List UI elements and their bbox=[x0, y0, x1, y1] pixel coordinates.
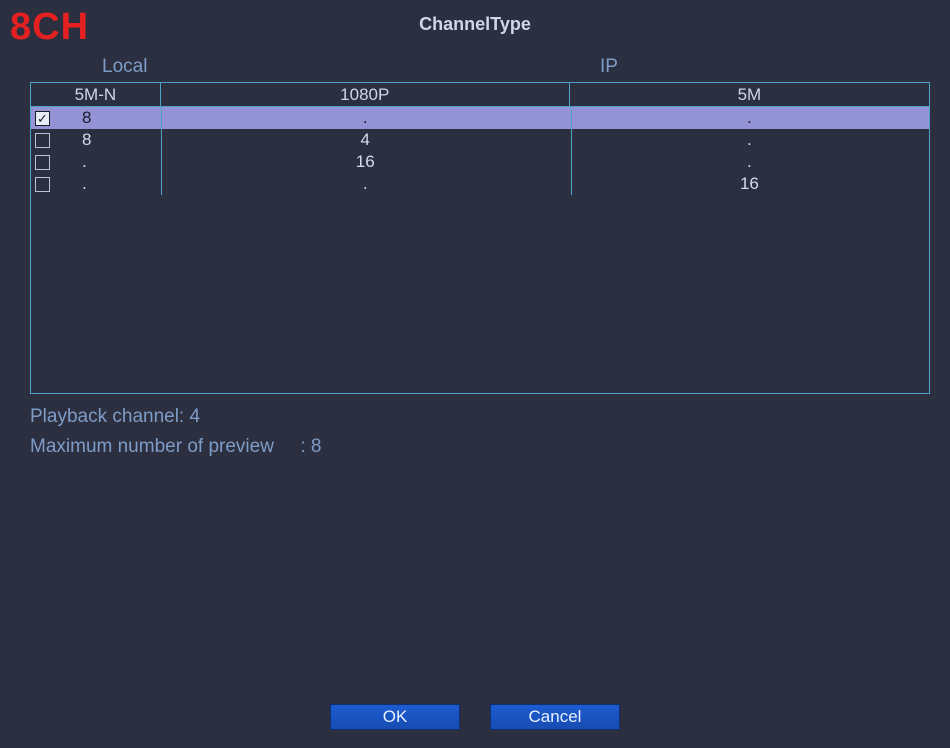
table-row[interactable]: ..16 bbox=[31, 173, 929, 195]
cell-5m-n: 8 bbox=[82, 130, 91, 150]
table-header-row: 5M-N 1080P 5M bbox=[31, 83, 929, 107]
cell-5m: . bbox=[570, 129, 929, 151]
max-preview-info: Maximum number of preview : 8 bbox=[30, 436, 321, 458]
col-header-1080p: 1080P bbox=[161, 83, 570, 106]
cell-1080p: 16 bbox=[161, 151, 570, 173]
table-body: ✓8..84..16...16 bbox=[31, 107, 929, 195]
group-label-local: Local bbox=[102, 56, 147, 78]
row-checkbox[interactable]: ✓ bbox=[35, 111, 50, 126]
cell-5m: . bbox=[570, 107, 929, 129]
group-label-ip: IP bbox=[600, 56, 618, 78]
cell-5m-n: . bbox=[82, 152, 87, 172]
playback-channel-value: 4 bbox=[190, 406, 201, 427]
max-preview-sep: : bbox=[300, 436, 305, 457]
table-row[interactable]: .16. bbox=[31, 151, 929, 173]
row-checkbox-cell: . bbox=[31, 173, 161, 195]
ok-button[interactable]: OK bbox=[330, 704, 460, 730]
row-checkbox[interactable] bbox=[35, 177, 50, 192]
col-header-5m: 5M bbox=[570, 83, 929, 106]
playback-channel-info: Playback channel: 4 bbox=[30, 406, 200, 428]
cancel-button[interactable]: Cancel bbox=[490, 704, 620, 730]
table-row[interactable]: 8 4. bbox=[31, 129, 929, 151]
button-row: OK Cancel bbox=[0, 704, 950, 730]
cell-5m-n: 8 bbox=[82, 108, 91, 128]
page-title: ChannelType bbox=[0, 14, 950, 35]
cell-1080p: . bbox=[161, 107, 570, 129]
col-header-5m-n: 5M-N bbox=[31, 83, 161, 106]
column-group-header: Local IP bbox=[30, 56, 930, 78]
max-preview-label: Maximum number of preview bbox=[30, 436, 274, 457]
table-row[interactable]: ✓8.. bbox=[31, 107, 929, 129]
cell-5m: . bbox=[570, 151, 929, 173]
cell-5m: 16 bbox=[570, 173, 929, 195]
cell-1080p: . bbox=[161, 173, 570, 195]
row-checkbox[interactable] bbox=[35, 133, 50, 148]
cell-5m-n: . bbox=[82, 174, 87, 194]
max-preview-value: 8 bbox=[311, 436, 322, 457]
row-checkbox-cell: 8 bbox=[31, 129, 161, 151]
cell-1080p: 4 bbox=[161, 129, 570, 151]
row-checkbox[interactable] bbox=[35, 155, 50, 170]
row-checkbox-cell: ✓8 bbox=[31, 107, 161, 129]
row-checkbox-cell: . bbox=[31, 151, 161, 173]
playback-channel-label: Playback channel: bbox=[30, 406, 184, 427]
channel-type-table: 5M-N 1080P 5M ✓8..84..16...16 bbox=[30, 82, 930, 394]
